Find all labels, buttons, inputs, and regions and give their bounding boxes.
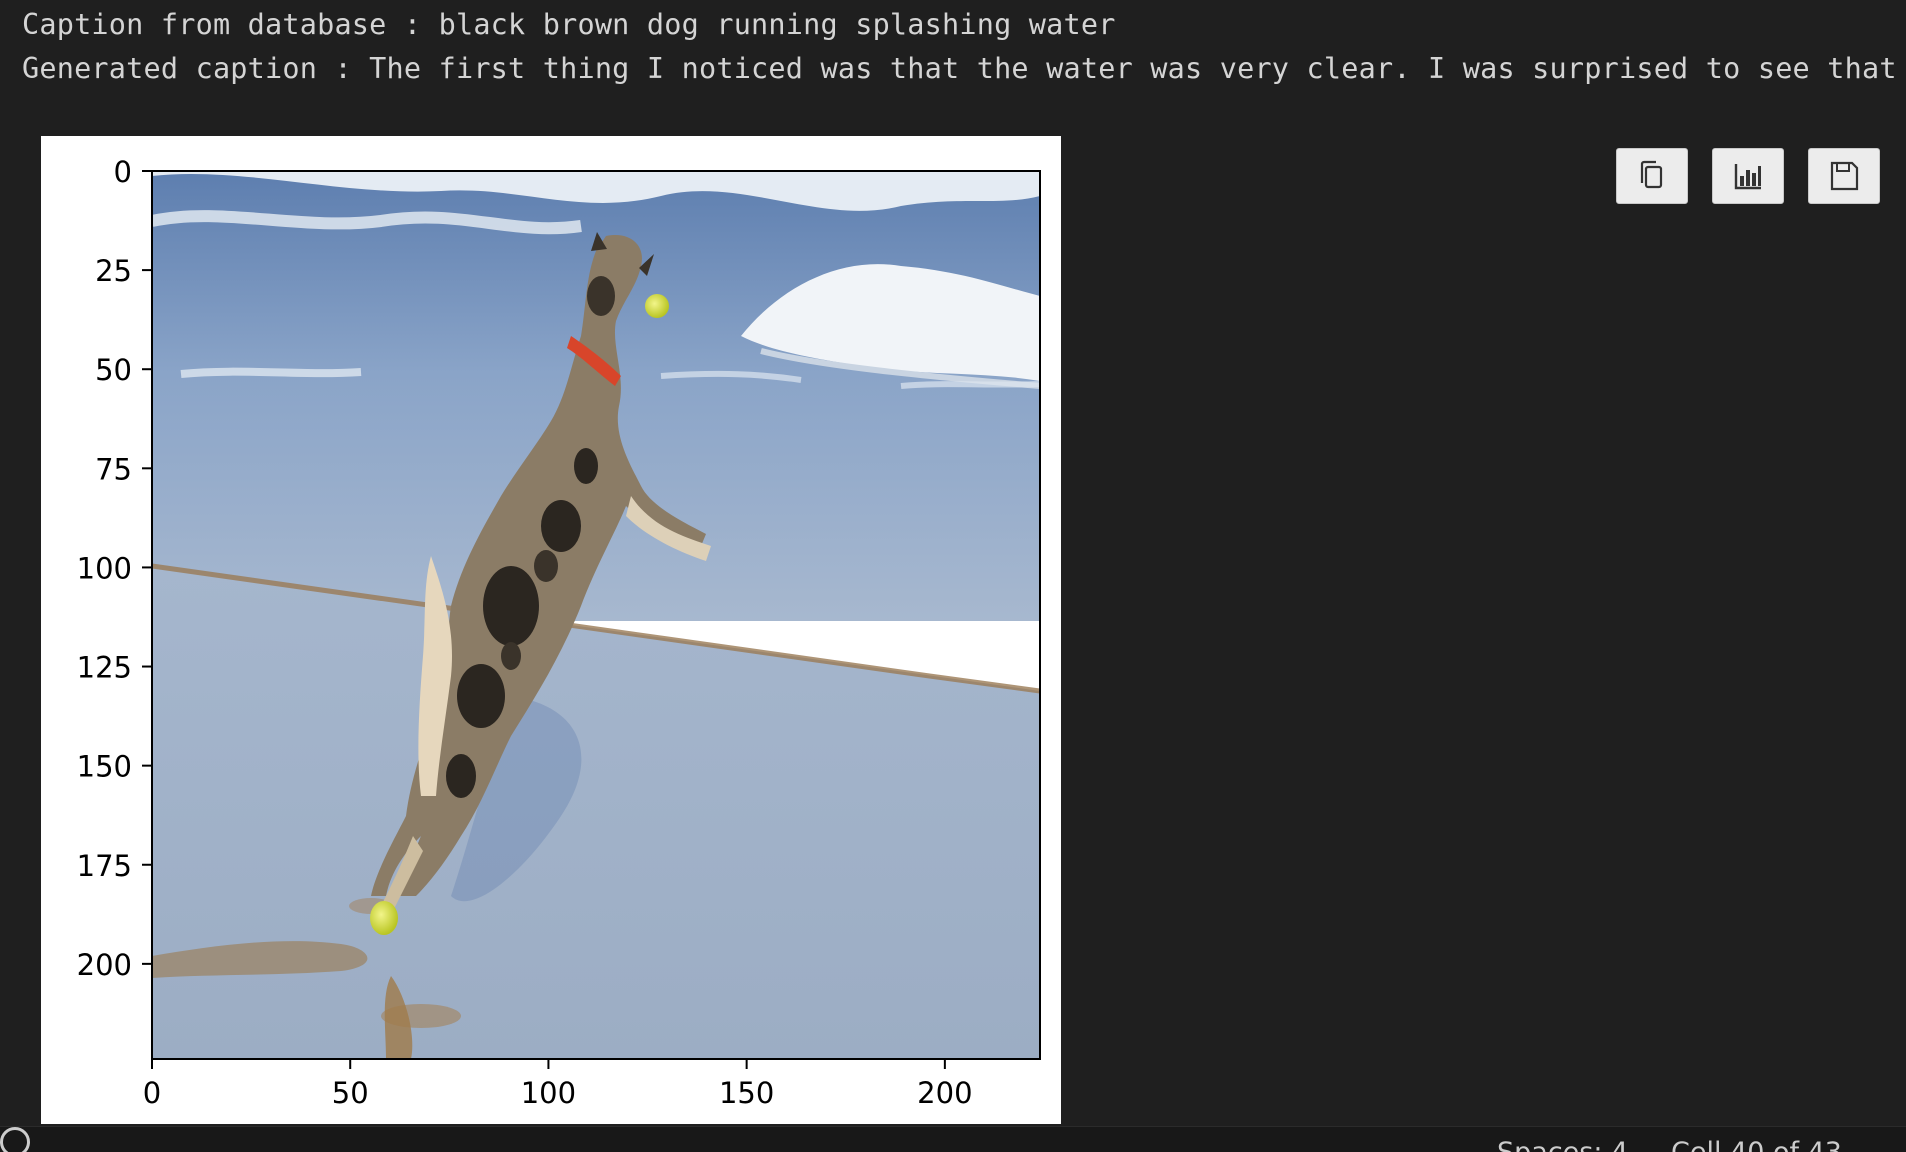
y-tick-label: 0 bbox=[114, 155, 132, 189]
status-bar: Spaces: 4 Cell 40 of 43 bbox=[0, 1126, 1906, 1152]
y-tick-label: 25 bbox=[95, 254, 132, 288]
bar-chart-icon bbox=[1734, 164, 1761, 190]
output-figure: 0 50 100 150 200 0 25 50 75 100 125 150 175 200 bbox=[41, 136, 1061, 1124]
y-tick-label: 100 bbox=[77, 551, 132, 585]
x-tick-label: 100 bbox=[521, 1076, 576, 1110]
ball-in-mouth bbox=[645, 294, 669, 318]
x-tick-label: 0 bbox=[143, 1076, 161, 1110]
x-tick-label: 50 bbox=[332, 1076, 369, 1110]
bell-icon[interactable] bbox=[0, 1127, 30, 1152]
y-tick-label: 50 bbox=[95, 353, 132, 387]
x-tick-label: 200 bbox=[917, 1076, 972, 1110]
wet-sand bbox=[152, 566, 1040, 1059]
x-tick-label: 150 bbox=[719, 1076, 774, 1110]
ball-on-sand bbox=[370, 901, 398, 935]
copy-icon bbox=[1640, 160, 1663, 189]
caption-database-line: Caption from database : black brown dog … bbox=[22, 8, 1116, 41]
y-tick-label: 150 bbox=[77, 750, 132, 784]
y-tick-label: 125 bbox=[77, 651, 132, 685]
photo bbox=[152, 171, 1040, 1059]
cell-position-status[interactable]: Cell 40 of 43 bbox=[1671, 1137, 1842, 1152]
indentation-status[interactable]: Spaces: 4 bbox=[1497, 1137, 1628, 1152]
generated-caption-line: Generated caption : The first thing I no… bbox=[22, 52, 1897, 85]
y-tick-label: 75 bbox=[95, 452, 132, 486]
copy-output-button[interactable] bbox=[1616, 148, 1688, 204]
save-icon bbox=[1830, 161, 1859, 191]
open-in-chart-viewer-button[interactable] bbox=[1712, 148, 1784, 204]
y-tick-label: 175 bbox=[77, 849, 132, 883]
image-plot: 0 50 100 150 200 0 25 50 75 100 125 150 175 200 bbox=[77, 155, 1041, 1110]
y-tick-label: 200 bbox=[77, 948, 132, 982]
save-output-button[interactable] bbox=[1808, 148, 1880, 204]
